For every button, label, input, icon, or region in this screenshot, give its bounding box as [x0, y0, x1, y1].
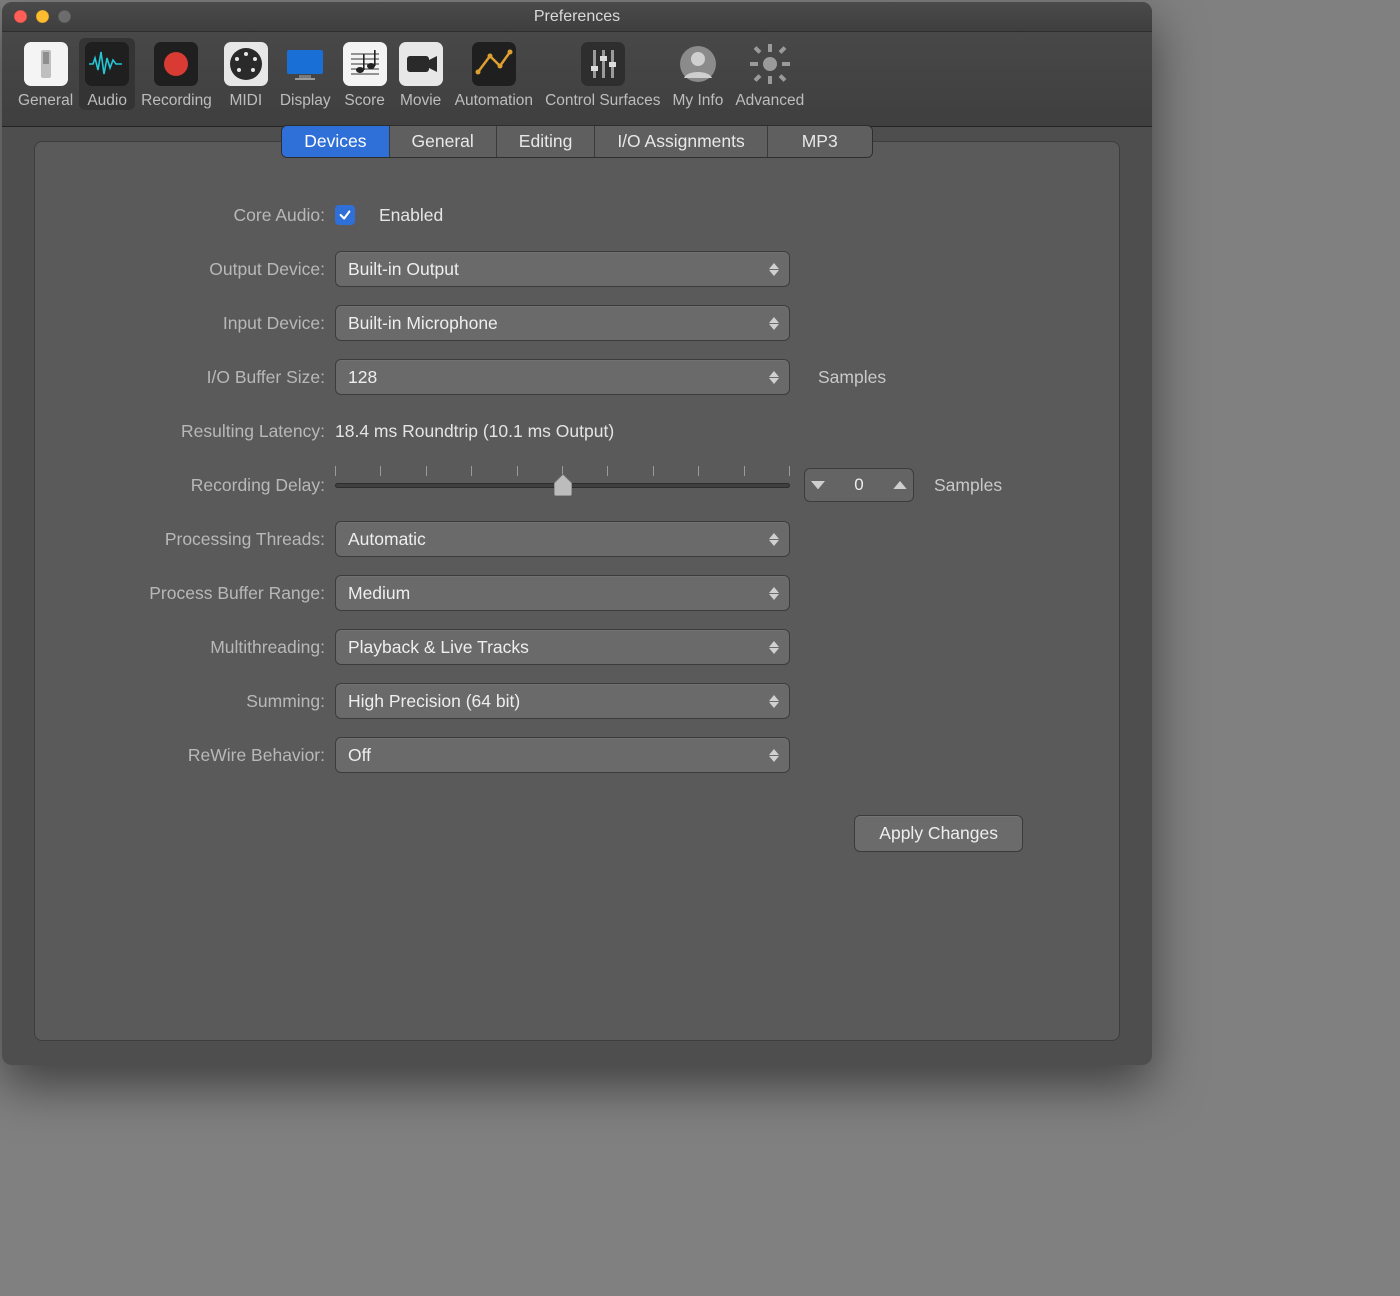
toolbar-item-control-surfaces[interactable]: Control Surfaces [539, 38, 666, 110]
preferences-toolbar: General Audio Recording MIDI [2, 32, 1152, 127]
process-buffer-range-popup[interactable]: Medium [335, 575, 790, 611]
toolbar-item-my-info[interactable]: My Info [667, 38, 730, 110]
output-device-popup[interactable]: Built-in Output [335, 251, 790, 287]
devices-form: Core Audio: Enabled Output Device: Built… [35, 175, 1119, 852]
popup-arrows-icon [769, 587, 779, 600]
multithreading-popup[interactable]: Playback & Live Tracks [335, 629, 790, 665]
stepper-up-icon[interactable] [893, 478, 907, 492]
stepper-down-icon[interactable] [811, 478, 825, 492]
rewire-popup[interactable]: Off [335, 737, 790, 773]
automation-icon [472, 42, 516, 86]
toolbar-item-midi[interactable]: MIDI [218, 38, 274, 110]
summing-popup[interactable]: High Precision (64 bit) [335, 683, 790, 719]
toolbar-item-advanced[interactable]: Advanced [729, 38, 810, 110]
label-io-buffer: I/O Buffer Size: [75, 367, 335, 388]
general-icon [24, 42, 68, 86]
toolbar-item-score[interactable]: Score [337, 38, 393, 110]
processing-threads-popup[interactable]: Automatic [335, 521, 790, 557]
popup-arrows-icon [769, 263, 779, 276]
subtab-io-assignments[interactable]: I/O Assignments [595, 126, 767, 157]
apply-changes-button[interactable]: Apply Changes [854, 815, 1023, 852]
my-info-icon [676, 42, 720, 86]
popup-arrows-icon [769, 533, 779, 546]
toolbar-item-audio[interactable]: Audio [79, 38, 135, 110]
subtab-editing[interactable]: Editing [497, 126, 596, 157]
control-surfaces-icon [581, 42, 625, 86]
label-summing: Summing: [75, 691, 335, 712]
recording-delay-slider[interactable] [335, 470, 790, 500]
label-core-audio: Core Audio: [75, 205, 335, 226]
core-audio-enabled-label: Enabled [379, 205, 443, 226]
toolbar-item-display[interactable]: Display [274, 38, 337, 110]
toolbar-item-automation[interactable]: Automation [449, 38, 539, 110]
window-title: Preferences [2, 8, 1152, 26]
movie-icon [399, 42, 443, 86]
label-process-buffer-range: Process Buffer Range: [75, 583, 335, 604]
slider-thumb-icon [554, 474, 572, 496]
popup-arrows-icon [769, 749, 779, 762]
popup-arrows-icon [769, 641, 779, 654]
label-multithreading: Multithreading: [75, 637, 335, 658]
audio-icon [85, 42, 129, 86]
label-input-device: Input Device: [75, 313, 335, 334]
content-area: Devices General Editing I/O Assignments … [2, 127, 1152, 1065]
recording-icon [154, 42, 198, 86]
label-processing-threads: Processing Threads: [75, 529, 335, 550]
subtab-mp3[interactable]: MP3 [768, 126, 872, 157]
toolbar-item-movie[interactable]: Movie [393, 38, 449, 110]
display-icon [283, 42, 327, 86]
audio-panel: Devices General Editing I/O Assignments … [34, 141, 1120, 1041]
subtab-general[interactable]: General [390, 126, 497, 157]
subtab-devices[interactable]: Devices [282, 126, 389, 157]
samples-label: Samples [818, 367, 886, 388]
popup-arrows-icon [769, 317, 779, 330]
recording-delay-value: 0 [835, 475, 883, 495]
toolbar-item-general[interactable]: General [12, 38, 79, 110]
resulting-latency-value: 18.4 ms Roundtrip (10.1 ms Output) [335, 421, 614, 442]
preferences-window: Preferences General Audio Recording [2, 2, 1152, 1065]
label-resulting-latency: Resulting Latency: [75, 421, 335, 442]
recording-delay-stepper[interactable]: 0 [804, 468, 914, 502]
io-buffer-popup[interactable]: 128 [335, 359, 790, 395]
samples-label-2: Samples [934, 475, 1002, 496]
input-device-popup[interactable]: Built-in Microphone [335, 305, 790, 341]
midi-icon [224, 42, 268, 86]
label-rewire: ReWire Behavior: [75, 745, 335, 766]
toolbar-item-recording[interactable]: Recording [135, 38, 218, 110]
popup-arrows-icon [769, 371, 779, 384]
label-output-device: Output Device: [75, 259, 335, 280]
label-recording-delay: Recording Delay: [75, 475, 335, 496]
popup-arrows-icon [769, 695, 779, 708]
core-audio-checkbox[interactable] [335, 205, 355, 225]
advanced-icon [748, 42, 792, 86]
subtabs: Devices General Editing I/O Assignments … [35, 125, 1119, 158]
score-icon [343, 42, 387, 86]
titlebar: Preferences [2, 2, 1152, 32]
